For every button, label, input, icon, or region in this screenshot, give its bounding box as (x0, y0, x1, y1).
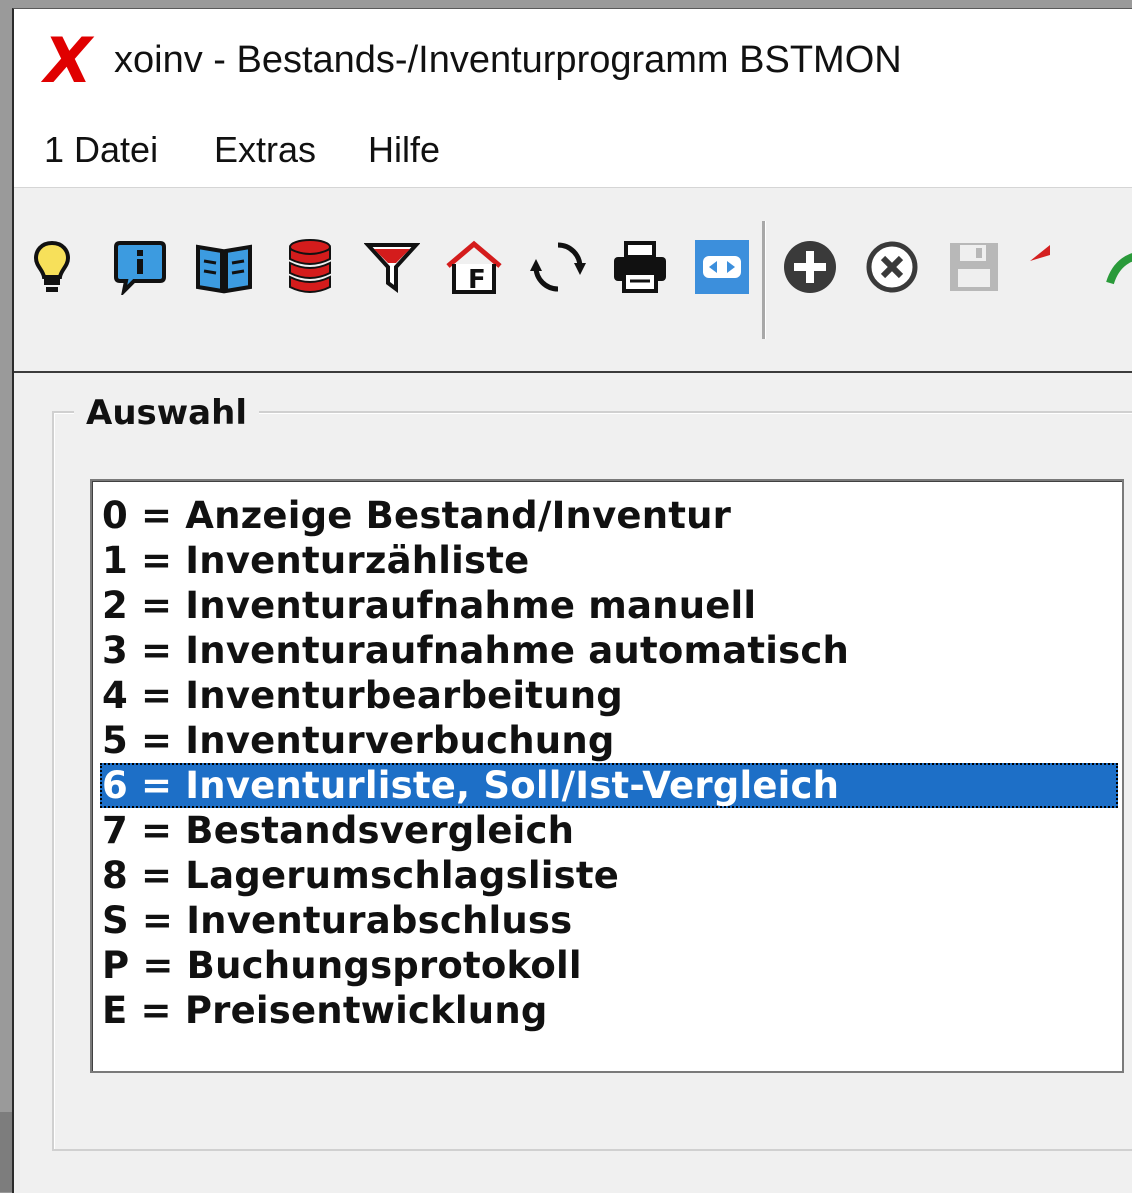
menu-datei[interactable]: 1 Datei (38, 125, 164, 175)
toolbar-separator (762, 221, 766, 339)
list-item[interactable]: 1 = Inventurzähliste (100, 538, 1118, 583)
list-item[interactable]: S = Inventurabschluss (100, 898, 1118, 943)
application-window: X xoinv - Bestands-/Inventurprogramm BST… (12, 8, 1132, 1193)
background-panel (0, 1112, 12, 1192)
lightbulb-icon[interactable] (20, 235, 84, 299)
list-item[interactable]: 8 = Lagerumschlagsliste (100, 853, 1118, 898)
svg-text:F: F (468, 265, 486, 295)
group-title: Auswahl (74, 393, 259, 433)
toolbar: F (14, 191, 1132, 373)
add-icon[interactable] (778, 235, 842, 299)
list-item[interactable]: 0 = Anzeige Bestand/Inventur (100, 493, 1118, 538)
home-f-icon[interactable]: F (442, 235, 506, 299)
selection-listbox[interactable]: 0 = Anzeige Bestand/Inventur 1 = Inventu… (90, 479, 1124, 1073)
info-icon[interactable] (108, 235, 172, 299)
list-item[interactable]: E = Preisentwicklung (100, 988, 1118, 1033)
list-item[interactable]: 5 = Inventurverbuchung (100, 718, 1118, 763)
undo-icon[interactable] (1024, 235, 1088, 299)
book-icon[interactable] (192, 235, 256, 299)
menu-bar: 1 Datei Extras Hilfe (14, 113, 1132, 188)
list-item[interactable]: P = Buchungsprotokoll (100, 943, 1118, 988)
cancel-icon[interactable] (860, 235, 924, 299)
save-icon[interactable] (942, 235, 1006, 299)
list-item-selected[interactable]: 6 = Inventurliste, Soll/Ist-Vergleich (100, 763, 1118, 808)
list-item[interactable]: 4 = Inventurbearbeitung (100, 673, 1118, 718)
list-item[interactable]: 7 = Bestandsvergleich (100, 808, 1118, 853)
menu-hilfe[interactable]: Hilfe (362, 125, 446, 175)
list-item[interactable]: 2 = Inventuraufnahme manuell (100, 583, 1118, 628)
resize-icon[interactable] (690, 235, 754, 299)
list-item[interactable]: 3 = Inventuraufnahme automatisch (100, 628, 1118, 673)
menu-extras[interactable]: Extras (208, 125, 322, 175)
printer-icon[interactable] (608, 235, 672, 299)
app-logo-icon: X (44, 24, 92, 97)
filter-icon[interactable] (360, 235, 424, 299)
database-icon[interactable] (278, 235, 342, 299)
window-title: xoinv - Bestands-/Inventurprogramm BSTMO… (114, 39, 902, 81)
refresh-icon[interactable] (526, 235, 590, 299)
redo-icon[interactable] (1104, 235, 1132, 299)
title-bar: X xoinv - Bestands-/Inventurprogramm BST… (14, 9, 1132, 113)
